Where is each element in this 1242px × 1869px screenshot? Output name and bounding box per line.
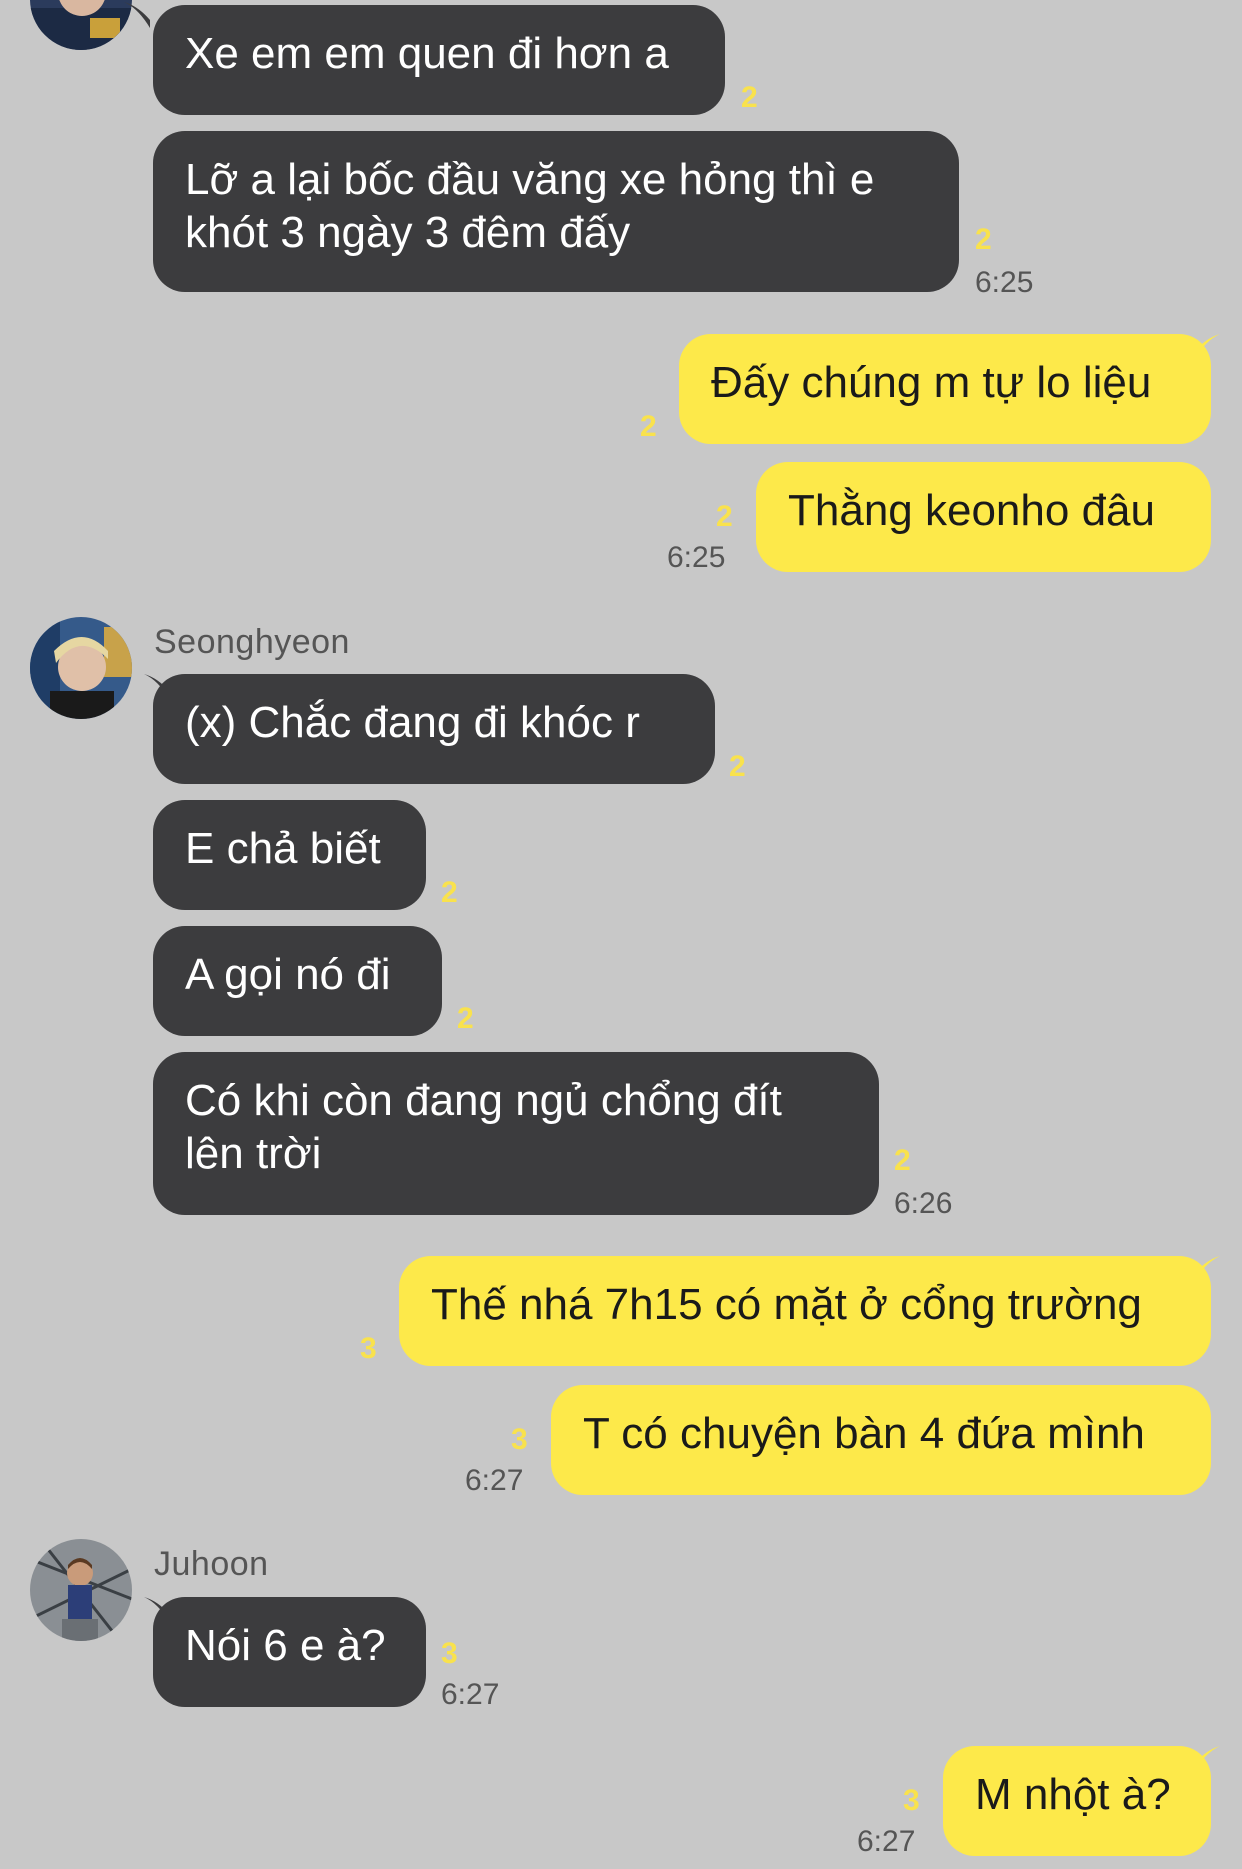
message-text: T có chuyện bàn 4 đứa mình <box>583 1409 1145 1458</box>
message-text-line: khót 3 ngày 3 đêm đấy <box>185 208 631 257</box>
message-bubble[interactable]: Thằng keonho đâu <box>756 462 1211 572</box>
unread-count: 3 <box>360 1332 377 1365</box>
message-bubble[interactable]: Đấy chúng m tự lo liệu <box>679 334 1211 444</box>
unread-count: 3 <box>903 1784 920 1817</box>
message-bubble[interactable]: E chả biết <box>153 800 426 910</box>
unread-count: 2 <box>741 81 758 114</box>
message-text: Thế nhá 7h15 có mặt ở cổng trường <box>431 1280 1142 1329</box>
message-bubble[interactable]: Thế nhá 7h15 có mặt ở cổng trường <box>399 1256 1211 1366</box>
unread-count: 3 <box>441 1637 458 1670</box>
message-bubble[interactable]: Nói 6 e à? <box>153 1597 426 1707</box>
unread-count: 2 <box>640 410 657 443</box>
message-bubble[interactable]: Lỡ a lại bốc đầu văng xe hỏng thì e khót… <box>153 131 959 292</box>
message-text: (x) Chắc đang đi khóc r <box>185 698 640 747</box>
message-text: E chả biết <box>185 824 381 873</box>
timestamp: 6:25 <box>975 266 1034 299</box>
message-text: Thằng keonho đâu <box>788 486 1155 535</box>
message-bubble[interactable]: T có chuyện bàn 4 đứa mình <box>551 1385 1211 1495</box>
timestamp: 6:25 <box>667 541 726 574</box>
message-text: Nói 6 e à? <box>185 1621 386 1670</box>
unread-count: 2 <box>729 750 746 783</box>
avatar[interactable] <box>30 1539 132 1641</box>
unread-count: 2 <box>894 1144 911 1177</box>
unread-count: 2 <box>441 876 458 909</box>
avatar[interactable] <box>30 617 132 719</box>
timestamp: 6:26 <box>894 1187 953 1220</box>
sender-name: Seonghyeon <box>154 623 350 661</box>
unread-count: 2 <box>975 223 992 256</box>
message-text: M nhột à? <box>975 1770 1171 1819</box>
timestamp: 6:27 <box>857 1825 916 1858</box>
message-text-line: lên trời <box>185 1129 322 1178</box>
unread-count: 2 <box>716 500 733 533</box>
message-bubble[interactable]: (x) Chắc đang đi khóc r <box>153 674 715 784</box>
message-text: Đấy chúng m tự lo liệu <box>711 358 1152 407</box>
message-bubble[interactable]: M nhột à? <box>943 1746 1211 1856</box>
timestamp: 6:27 <box>441 1678 500 1711</box>
message-text-line: Lỡ a lại bốc đầu văng xe hỏng thì e <box>185 155 875 204</box>
timestamp: 6:27 <box>465 1464 524 1497</box>
message-text: Xe em em quen đi hơn a <box>185 29 669 78</box>
bubble-tail <box>1194 1256 1220 1282</box>
bubble-tail <box>124 2 150 28</box>
message-bubble[interactable]: Xe em em quen đi hơn a <box>153 5 725 115</box>
unread-count: 3 <box>511 1423 528 1456</box>
avatar[interactable] <box>30 0 132 50</box>
unread-count: 2 <box>457 1002 474 1035</box>
message-text-line: Có khi còn đang ngủ chổng đít <box>185 1076 782 1125</box>
message-bubble[interactable]: A gọi nó đi <box>153 926 442 1036</box>
bubble-tail <box>1194 1746 1220 1772</box>
message-bubble[interactable]: Có khi còn đang ngủ chổng đít lên trời <box>153 1052 879 1215</box>
sender-name: Juhoon <box>154 1545 269 1583</box>
bubble-tail <box>1194 334 1220 360</box>
message-text: A gọi nó đi <box>185 950 391 999</box>
